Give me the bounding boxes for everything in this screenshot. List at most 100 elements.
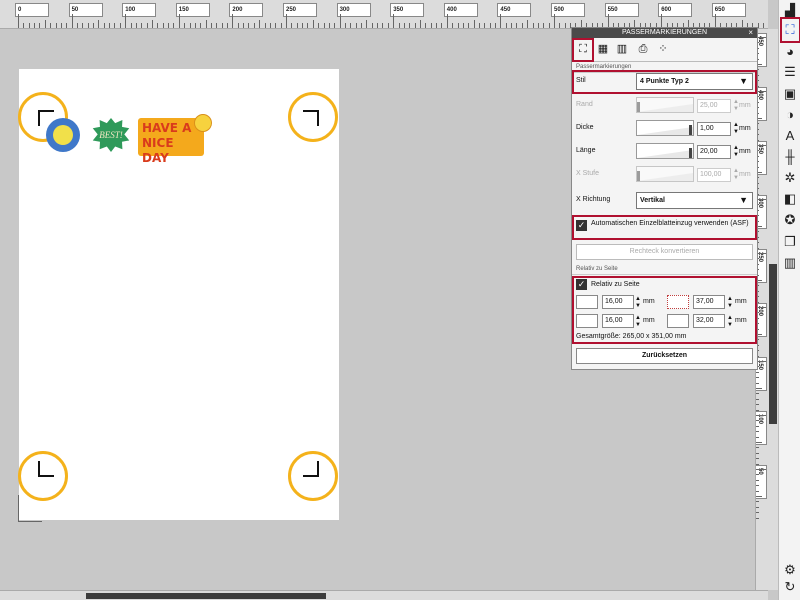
registration-marks-panel: PASSERMARKIERUNGEN × ⛶ ▦ ▥ ⎙ ⁘ Passermar…	[571, 27, 758, 370]
top-ruler-tick	[296, 23, 298, 28]
tab-qr-icon[interactable]: ▦	[596, 42, 610, 56]
xrichtung-label: X Richtung	[576, 196, 611, 203]
top-ruler-tick	[714, 14, 716, 28]
dicke-unit: mm	[739, 125, 751, 132]
right-ruler-tick	[756, 425, 759, 427]
top-ruler-tick	[387, 23, 389, 28]
replicate-icon[interactable]: ✲	[782, 170, 798, 186]
top-ruler-tick	[87, 23, 89, 28]
top-ruler-tick	[312, 20, 314, 28]
top-ruler-tick	[264, 23, 266, 28]
xstufe-slider[interactable]	[636, 166, 694, 182]
weld-icon[interactable]: ◧	[782, 191, 798, 207]
top-ruler-tick	[393, 14, 395, 28]
sync-icon[interactable]: ↻	[782, 579, 798, 595]
tab-dots-icon[interactable]: ⁘	[656, 42, 670, 56]
top-ruler-tick	[763, 23, 765, 28]
right-ruler-tick	[756, 393, 759, 395]
rand-label: Rand	[576, 101, 593, 108]
dicke-label: Dicke	[576, 124, 594, 131]
panel-header: PASSERMARKIERUNGEN ×	[572, 28, 757, 38]
top-ruler-tick	[18, 14, 19, 28]
xstufe-input[interactable]: 100,00	[697, 168, 731, 182]
smiley-flower-sticker[interactable]	[46, 118, 80, 152]
smiley-icon	[194, 114, 212, 132]
top-ruler-tick	[334, 23, 336, 28]
rand-input[interactable]: 25,00	[697, 99, 731, 113]
convert-rectangle-button[interactable]: Rechteck konvertieren	[576, 244, 753, 260]
vertical-scroll-thumb[interactable]	[769, 264, 777, 424]
top-ruler-tick	[350, 23, 352, 28]
xstufe-row: X Stufe 100,00 ▲ ▼ mm	[572, 165, 757, 185]
right-ruler-tick	[756, 442, 762, 443]
top-ruler-label: 0	[15, 3, 49, 17]
top-ruler-tick	[286, 14, 287, 28]
pages-icon[interactable]: ❐	[782, 234, 798, 250]
asf-highlight	[572, 215, 757, 240]
top-ruler-tick	[157, 23, 159, 28]
top-ruler-tick	[377, 23, 379, 28]
fill-icon[interactable]: ◕	[782, 44, 798, 60]
laenge-input[interactable]: 20,00	[697, 145, 731, 159]
right-ruler-tick	[756, 404, 759, 406]
reset-button[interactable]: Zurücksetzen	[576, 348, 753, 364]
top-ruler-tick	[210, 23, 212, 28]
rand-slider[interactable]	[636, 97, 694, 113]
top-ruler-tick	[55, 23, 57, 28]
top-ruler-tick	[269, 23, 271, 28]
top-ruler-tick	[82, 23, 84, 28]
top-ruler-tick	[366, 20, 368, 28]
top-ruler-tick	[152, 20, 153, 28]
top-ruler-tick	[484, 23, 486, 28]
top-ruler-label: 400	[443, 3, 478, 17]
top-ruler-tick	[23, 23, 25, 28]
laenge-label: Länge	[576, 147, 596, 154]
align-icon[interactable]: ╫	[782, 149, 798, 165]
line-style-icon[interactable]: ☰	[782, 64, 798, 80]
laenge-row: Länge 20,00 ▲ ▼ mm	[572, 142, 757, 162]
top-ruler-tick	[28, 23, 30, 28]
vertical-scrollbar[interactable]	[768, 29, 778, 590]
top-ruler-tick	[441, 23, 443, 28]
top-ruler-tick	[318, 23, 320, 28]
top-ruler-tick	[50, 23, 52, 28]
nice-day-sticker[interactable]: HAVE A NICE DAY	[138, 114, 212, 165]
tab-highlight	[572, 38, 594, 62]
top-ruler-tick	[489, 23, 491, 28]
tab-print-icon[interactable]: ⎙	[636, 42, 650, 56]
top-ruler-tick	[382, 23, 384, 28]
settings-gear-icon[interactable]: ⚙	[782, 562, 798, 578]
xrichtung-dropdown[interactable]: Vertikal ▼	[636, 192, 753, 209]
text-icon[interactable]: A	[782, 128, 798, 144]
tab-barcode-icon[interactable]: ▥	[615, 42, 629, 56]
top-ruler-tick	[60, 23, 62, 28]
top-ruler-tick	[516, 23, 518, 28]
dicke-input[interactable]: 1,00	[697, 122, 731, 136]
horizontal-scrollbar[interactable]	[0, 590, 768, 600]
right-ruler-tick	[756, 436, 759, 438]
rand-unit: mm	[739, 102, 751, 109]
top-ruler-tick	[361, 23, 363, 28]
top-ruler-tick	[34, 23, 36, 28]
close-icon[interactable]: ×	[748, 28, 753, 38]
contrast-icon[interactable]: ◑	[782, 107, 798, 123]
top-ruler-tick	[446, 14, 448, 28]
xrichtung-value: Vertikal	[640, 197, 665, 204]
right-ruler-tick	[756, 479, 759, 481]
horizontal-scroll-thumb[interactable]	[86, 593, 326, 599]
top-ruler-label: 50	[68, 3, 103, 17]
dicke-slider[interactable]	[636, 120, 694, 136]
highlight-ring-bottom-right	[288, 451, 338, 501]
top-ruler-tick	[232, 14, 234, 28]
top-ruler-tick	[135, 23, 137, 28]
top-ruler-tick	[216, 23, 218, 28]
top-ruler-tick	[521, 23, 523, 28]
laenge-slider[interactable]	[636, 143, 694, 159]
image-effect-icon[interactable]: ▣	[782, 86, 798, 102]
registration-marks-icon[interactable]: ⛶	[782, 22, 798, 38]
top-ruler-tick	[661, 14, 663, 28]
star-icon[interactable]: ✪	[782, 212, 798, 228]
top-ruler-label: 150	[175, 3, 210, 17]
barcode-icon[interactable]: ▥	[782, 255, 798, 271]
top-ruler-tick	[548, 23, 550, 28]
